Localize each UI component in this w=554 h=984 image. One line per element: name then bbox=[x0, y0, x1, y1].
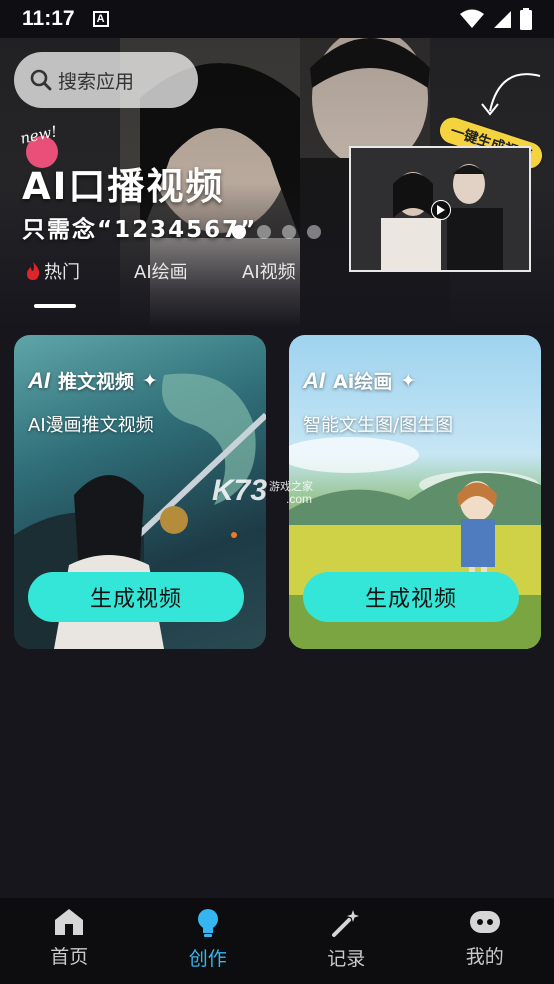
status-icons bbox=[460, 8, 532, 30]
tab-ai-painting-label: AI绘画 bbox=[134, 262, 188, 283]
play-icon[interactable] bbox=[431, 200, 451, 220]
fire-icon bbox=[27, 262, 40, 280]
home-icon bbox=[55, 909, 84, 935]
card-ai-painting[interactable]: AI Ai绘画 ✦ 智能文生图/图生图 生成视频 bbox=[289, 335, 541, 649]
search-icon bbox=[30, 69, 52, 91]
card-title: AI 推文视频 ✦ bbox=[28, 367, 158, 394]
carousel-dot[interactable] bbox=[232, 225, 246, 239]
arrow-icon bbox=[481, 73, 541, 116]
magic-wand-icon bbox=[332, 910, 360, 937]
preview-video[interactable] bbox=[349, 146, 531, 272]
nav-profile[interactable]: 我的 bbox=[416, 898, 554, 984]
ai-logo-icon: AI bbox=[28, 367, 50, 393]
wifi-icon bbox=[460, 9, 484, 28]
hero-subtitle: 只需念“1234567” bbox=[22, 217, 258, 243]
generate-video-button[interactable]: 生成视频 bbox=[303, 572, 519, 622]
sparkle-icon: ✦ bbox=[142, 369, 158, 392]
sparkle-icon: ✦ bbox=[400, 369, 417, 392]
card-subtitle: 智能文生图/图生图 bbox=[303, 415, 454, 436]
watermark-main: K73 bbox=[212, 474, 268, 507]
nav-profile-label: 我的 bbox=[465, 946, 504, 968]
status-bar: 11:17 A bbox=[0, 0, 554, 38]
category-tabs: 热门 AI绘画 AI视频 bbox=[0, 258, 554, 314]
ai-logo-icon: AI bbox=[303, 367, 325, 393]
tab-hot-label: 热门 bbox=[44, 262, 80, 283]
status-time: 11:17 bbox=[22, 7, 75, 30]
search-input[interactable]: 搜索应用 bbox=[14, 52, 198, 108]
carousel-dot[interactable] bbox=[257, 225, 271, 239]
tab-hot[interactable]: 热门 bbox=[26, 258, 80, 284]
robot-face-icon bbox=[469, 911, 500, 933]
nav-records[interactable]: 记录 bbox=[277, 898, 416, 984]
tab-ai-painting[interactable]: AI绘画 bbox=[134, 258, 188, 284]
card-title-text: Ai绘画 bbox=[333, 371, 393, 393]
nav-records-label: 记录 bbox=[327, 948, 366, 970]
card-subtitle: AI漫画推文视频 bbox=[28, 415, 154, 436]
hero-title: AI口播视频 bbox=[22, 165, 225, 208]
tab-ai-video-label: AI视频 bbox=[242, 262, 296, 283]
carousel-dot[interactable] bbox=[307, 225, 321, 239]
a-notification-icon: A bbox=[92, 11, 109, 27]
card-title: AI Ai绘画 ✦ bbox=[303, 367, 416, 394]
carousel-dots[interactable] bbox=[232, 225, 321, 239]
search-placeholder: 搜索应用 bbox=[58, 70, 135, 93]
signal-icon bbox=[494, 11, 511, 28]
generate-video-button[interactable]: 生成视频 bbox=[28, 572, 244, 622]
nav-home[interactable]: 首页 bbox=[0, 898, 139, 984]
nav-create[interactable]: 创作 bbox=[139, 898, 278, 984]
carousel-dot[interactable] bbox=[282, 225, 296, 239]
lightbulb-icon bbox=[197, 909, 218, 937]
bottom-nav: 首页 创作 记录 我的 bbox=[0, 898, 554, 984]
nav-home-label: 首页 bbox=[50, 946, 89, 968]
watermark: K73 游戏之家 .com bbox=[212, 474, 313, 508]
watermark-com: .com bbox=[286, 492, 313, 506]
battery-icon bbox=[520, 8, 532, 30]
tab-underline bbox=[34, 304, 76, 308]
nav-create-label: 创作 bbox=[188, 948, 227, 970]
card-title-text: 推文视频 bbox=[58, 371, 135, 393]
tab-ai-video[interactable]: AI视频 bbox=[242, 258, 296, 284]
